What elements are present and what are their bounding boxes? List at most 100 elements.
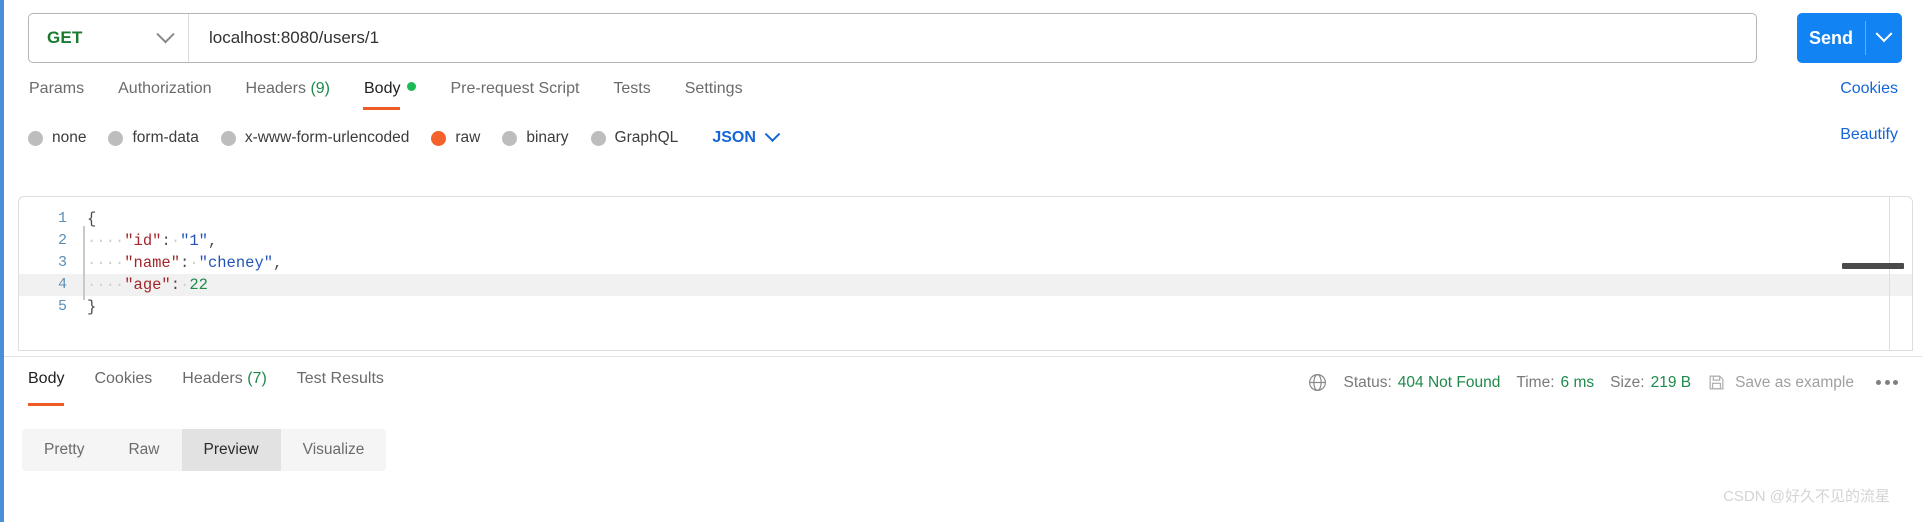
request-tab-tests[interactable]: Tests — [612, 78, 651, 110]
line-content: ····"age":·22 — [81, 270, 208, 300]
dot — [1876, 380, 1881, 385]
cookies-link[interactable]: Cookies — [1840, 80, 1898, 98]
http-method-select[interactable]: GET — [29, 14, 189, 62]
token-pun: : — [161, 232, 171, 250]
radio-icon — [220, 130, 236, 146]
token-ws: ···· — [87, 254, 125, 272]
request-tab-headers[interactable]: Headers (9) — [245, 78, 331, 110]
status-value: 404 Not Found — [1397, 373, 1501, 391]
tab-label: Headers — [245, 80, 306, 97]
body-type-radio-none[interactable]: none — [28, 129, 86, 147]
token-ws: · — [180, 276, 190, 294]
status-label: Status: — [1343, 373, 1392, 391]
body-type-radio-group: none form-data x-www-form-urlencoded raw bin… — [28, 122, 781, 154]
response-tab-body[interactable]: Body — [28, 370, 65, 406]
radio-label: GraphQL — [614, 129, 679, 146]
radio-label: binary — [526, 129, 569, 146]
chevron-down-icon — [156, 24, 175, 43]
url-box: GET — [28, 13, 1757, 63]
tab-label: Params — [29, 80, 85, 97]
tab-label: Cookies — [94, 370, 153, 387]
radio-icon — [28, 130, 43, 146]
line-number: 5 — [57, 298, 67, 315]
body-type-radio-x-www-form-urlencoded[interactable]: x-www-form-urlencoded — [220, 129, 410, 147]
url-bar: GET Send — [28, 13, 1902, 63]
radio-icon — [108, 130, 124, 146]
token-str: "cheney" — [198, 254, 274, 272]
token-pun: : — [170, 276, 181, 294]
request-tab-settings[interactable]: Settings — [684, 78, 744, 110]
tab-label: Headers — [182, 370, 243, 387]
line-number: 1 — [57, 210, 67, 227]
radio-label: raw — [455, 129, 481, 146]
radio-label: x-www-form-urlencoded — [244, 129, 410, 146]
body-type-radio-binary[interactable]: binary — [502, 129, 569, 147]
request-tab-body[interactable]: Body — [363, 78, 417, 110]
editor-horizontal-scrollbar-thumb[interactable] — [1842, 263, 1904, 269]
raw-format-select[interactable]: JSON — [712, 125, 781, 147]
token-ws: ···· — [87, 276, 125, 294]
token-pun: { — [87, 210, 97, 228]
url-input[interactable] — [189, 14, 1756, 62]
radio-icon — [590, 130, 606, 146]
view-button-preview[interactable]: Preview — [181, 429, 281, 471]
token-pun: , — [207, 232, 218, 250]
unsaved-indicator-dot — [407, 82, 417, 91]
tab-label: Body — [364, 80, 401, 97]
send-options-button[interactable] — [1866, 13, 1902, 63]
line-number: 4 — [57, 276, 67, 293]
token-str: "1" — [180, 232, 208, 250]
token-ws: · — [170, 232, 181, 250]
time-value: 6 ms — [1560, 373, 1595, 391]
request-tab-bar: Params Authorization Headers (9) Body Pre-re… — [4, 78, 1922, 118]
token-ws: ···· — [87, 232, 125, 250]
globe-icon — [1308, 374, 1326, 391]
code-lines[interactable]: 1{2 ····"id":·"1", 3 ····"name":·"cheney", 4… — [19, 197, 1912, 318]
view-button-visualize[interactable]: Visualize — [281, 429, 387, 471]
code-line[interactable]: 5} — [19, 296, 1912, 318]
more-horizontal-icon[interactable] — [1870, 380, 1898, 385]
save-as-example-button[interactable]: Save as example — [1707, 373, 1854, 392]
request-tab-params[interactable]: Params — [28, 78, 85, 110]
line-content: } — [81, 296, 96, 318]
view-button-raw[interactable]: Raw — [106, 429, 181, 471]
radio-icon — [502, 130, 518, 146]
dot — [1884, 380, 1890, 385]
response-tab-cookies[interactable]: Cookies — [94, 370, 152, 404]
response-tab-test-results[interactable]: Test Results — [297, 370, 384, 404]
tab-label: Tests — [613, 80, 651, 97]
dot — [1893, 380, 1898, 385]
send-button-group[interactable]: Send — [1797, 13, 1902, 63]
code-line[interactable]: 3 ····"name":·"cheney", — [19, 248, 1912, 278]
request-body-editor[interactable]: 1{2 ····"id":·"1", 3 ····"name":·"cheney", 4… — [18, 196, 1913, 351]
body-type-radio-raw[interactable]: raw — [431, 129, 480, 147]
send-button[interactable]: Send — [1797, 13, 1865, 63]
response-divider — [4, 356, 1922, 357]
postman-request-response-panel: GET Send Params Authorization Headers (9) B… — [0, 0, 1922, 522]
size-value: 219 B — [1650, 373, 1692, 391]
raw-format-label: JSON — [712, 129, 756, 146]
response-tab-headers[interactable]: Headers (7) — [182, 370, 266, 404]
response-view-switch: Pretty Raw Preview Visualize — [22, 429, 387, 471]
code-line[interactable]: 4 ····"age":·22 — [19, 270, 1912, 300]
tab-label: Test Results — [296, 370, 384, 387]
radio-label: none — [52, 129, 87, 146]
beautify-link[interactable]: Beautify — [1840, 126, 1898, 144]
request-tab-pre-request-script[interactable]: Pre-request Script — [449, 78, 580, 110]
token-ws: · — [189, 254, 199, 272]
line-number: 2 — [57, 232, 67, 249]
view-button-pretty[interactable]: Pretty — [22, 429, 106, 471]
code-line[interactable]: 2 ····"id":·"1", — [19, 226, 1912, 256]
body-type-radio-graphql[interactable]: GraphQL — [590, 129, 679, 147]
request-tab-authorization[interactable]: Authorization — [117, 78, 212, 110]
token-key: "id" — [124, 232, 162, 250]
size-label: Size: — [1610, 373, 1645, 391]
time-label: Time: — [1516, 373, 1555, 391]
line-number: 3 — [57, 254, 67, 271]
watermark: CSDN @好久不见的流星 — [1723, 488, 1890, 505]
tab-label: Settings — [684, 80, 743, 97]
radio-label: form-data — [132, 129, 199, 146]
body-type-radio-form-data[interactable]: form-data — [108, 129, 199, 147]
code-line[interactable]: 1{ — [19, 208, 1912, 230]
token-num: 22 — [189, 276, 208, 294]
